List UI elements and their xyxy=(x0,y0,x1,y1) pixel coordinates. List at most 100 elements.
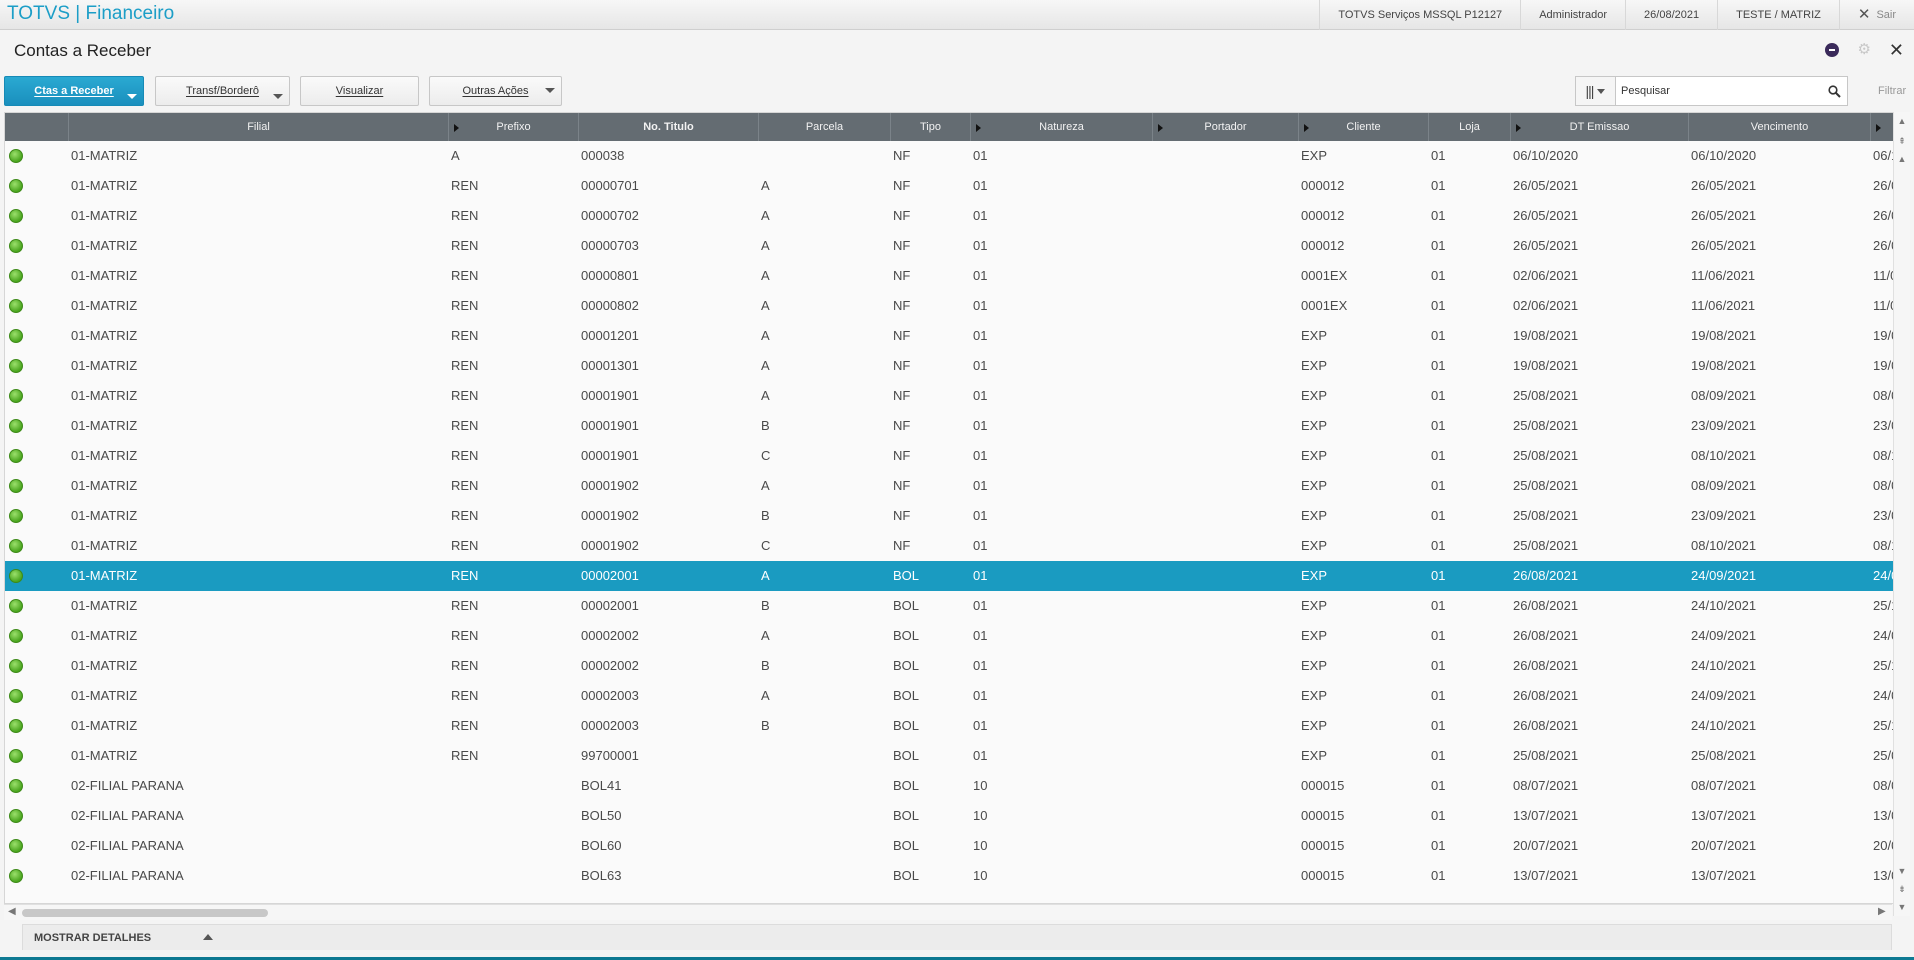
status-ok-icon[interactable] xyxy=(9,569,23,583)
cell-parcela: A xyxy=(761,178,770,193)
table-row[interactable]: 02-FILIAL PARANA BOL63 BOL 10 000015 01 13/07/… xyxy=(5,861,1893,891)
table-row[interactable]: 01-MATRIZ REN 00001902 B NF 01 EXP 01 25/08/2021… xyxy=(5,501,1893,531)
status-ok-icon[interactable] xyxy=(9,389,23,403)
cell-titulo: 00002003 xyxy=(581,718,639,733)
columns-selector-button[interactable]: ||| xyxy=(1576,77,1616,105)
scroll-up-icon[interactable]: ▲ xyxy=(1896,152,1908,166)
gear-icon[interactable]: ⚙ xyxy=(1857,42,1870,57)
column-header-more[interactable] xyxy=(1871,113,1893,141)
scroll-right-icon[interactable]: ▶ xyxy=(1878,906,1886,917)
status-ok-icon[interactable] xyxy=(9,779,23,793)
table-row[interactable]: 01-MATRIZ REN 00002003 B BOL 01 EXP 01 26/08/202… xyxy=(5,711,1893,741)
horizontal-scrollbar[interactable]: ◀ ▶ xyxy=(4,904,1892,920)
column-header-parcela[interactable]: Parcela xyxy=(759,113,891,141)
column-header-filial[interactable]: Filial xyxy=(69,113,449,141)
horizontal-scroll-thumb[interactable] xyxy=(22,909,268,917)
table-row[interactable]: 01-MATRIZ REN 00001901 B NF 01 EXP 01 25/08/2021… xyxy=(5,411,1893,441)
status-ok-icon[interactable] xyxy=(9,719,23,733)
table-row[interactable]: 01-MATRIZ REN 00000801 A NF 01 0001EX 01 02/06/2… xyxy=(5,261,1893,291)
table-row[interactable]: 01-MATRIZ REN 00001301 A NF 01 EXP 01 19/08/2021… xyxy=(5,351,1893,381)
close-icon[interactable]: ✕ xyxy=(1889,41,1904,59)
status-ok-icon[interactable] xyxy=(9,419,23,433)
cell-prefixo xyxy=(451,801,571,831)
table-row[interactable]: 01-MATRIZ REN 00002002 B BOL 01 EXP 01 26/08/202… xyxy=(5,651,1893,681)
cell-filial: 01-MATRIZ xyxy=(71,748,138,763)
scroll-left-icon[interactable]: ◀ xyxy=(8,906,16,917)
ctas-a-receber-button[interactable]: Ctas a Receber xyxy=(4,76,144,106)
scroll-page-up-icon[interactable]: ⇞ xyxy=(1896,134,1908,148)
status-ok-icon[interactable] xyxy=(9,299,23,313)
cell-titulo: 00002002 xyxy=(581,628,639,643)
show-details-bar[interactable]: MOSTRAR DETALHES xyxy=(22,924,1892,950)
column-header-vencimento[interactable]: Vencimento xyxy=(1689,113,1871,141)
column-header-dt-emissao[interactable]: DT Emissao xyxy=(1511,113,1689,141)
table-row[interactable]: 01-MATRIZ REN 00002001 B BOL 01 EXP 01 26/08/202… xyxy=(5,591,1893,621)
status-ok-icon[interactable] xyxy=(9,209,23,223)
cell-loja: 01 xyxy=(1431,628,1446,643)
status-ok-icon[interactable] xyxy=(9,239,23,253)
status-ok-icon[interactable] xyxy=(9,659,23,673)
table-row[interactable]: 01-MATRIZ REN 00002003 A BOL 01 EXP 01 26/08/202… xyxy=(5,681,1893,711)
status-ok-icon[interactable] xyxy=(9,269,23,283)
column-header-portador[interactable]: Portador xyxy=(1153,113,1299,141)
cell-cliente: 000015 xyxy=(1301,868,1345,883)
cell-natureza: 01 xyxy=(973,328,988,343)
scroll-bottom-icon[interactable]: ▼ xyxy=(1896,900,1908,914)
visualizar-button[interactable]: Visualizar xyxy=(300,76,419,106)
status-ok-icon[interactable] xyxy=(9,479,23,493)
table-row[interactable]: 01-MATRIZ REN 00001201 A NF 01 EXP 01 19/08/2021… xyxy=(5,321,1893,351)
status-ok-icon[interactable] xyxy=(9,869,23,883)
table-row[interactable]: 01-MATRIZ REN 00001902 A NF 01 EXP 01 25/08/2021… xyxy=(5,471,1893,501)
table-row[interactable]: 02-FILIAL PARANA BOL60 BOL 10 000015 01 20/07/… xyxy=(5,831,1893,861)
table-row[interactable]: 01-MATRIZ A 000038 NF 01 EXP 01 06/10/2020 06/10… xyxy=(5,141,1893,171)
status-ok-icon[interactable] xyxy=(9,839,23,853)
search-input[interactable] xyxy=(1616,78,1821,104)
column-header-tipo[interactable]: Tipo xyxy=(891,113,971,141)
search-button[interactable] xyxy=(1821,84,1847,98)
table-row[interactable]: 02-FILIAL PARANA BOL41 BOL 10 000015 01 08/07/… xyxy=(5,771,1893,801)
branch-label[interactable]: TESTE / MATRIZ xyxy=(1717,0,1839,30)
column-header-legend[interactable] xyxy=(5,113,69,141)
exit-button[interactable]: ✕ Sair xyxy=(1838,0,1914,30)
column-header-natureza[interactable]: Natureza xyxy=(971,113,1153,141)
status-ok-icon[interactable] xyxy=(9,599,23,613)
table-row[interactable]: 01-MATRIZ REN 00002002 A BOL 01 EXP 01 26/08/202… xyxy=(5,621,1893,651)
cell-emissao: 26/08/2021 xyxy=(1513,718,1579,733)
status-ok-icon[interactable] xyxy=(9,749,23,763)
column-header-cliente[interactable]: Cliente xyxy=(1299,113,1429,141)
table-row[interactable]: 01-MATRIZ REN 00002001 A BOL 01 EXP 01 26/08/202… xyxy=(5,561,1893,591)
status-ok-icon[interactable] xyxy=(9,329,23,343)
table-row[interactable]: 01-MATRIZ REN 00001901 A NF 01 EXP 01 25/08/2021… xyxy=(5,381,1893,411)
scroll-down-icon[interactable]: ▼ xyxy=(1896,864,1908,878)
table-row[interactable]: 02-FILIAL PARANA BOL50 BOL 10 000015 01 13/07/… xyxy=(5,801,1893,831)
table-row[interactable]: 01-MATRIZ REN 00000702 A NF 01 000012 01 26/05/2… xyxy=(5,201,1893,231)
cell-natureza: 01 xyxy=(973,628,988,643)
status-ok-icon[interactable] xyxy=(9,149,23,163)
column-header-prefixo[interactable]: Prefixo xyxy=(449,113,579,141)
scroll-top-icon[interactable]: ▲ xyxy=(1896,114,1908,128)
status-ok-icon[interactable] xyxy=(9,359,23,373)
column-header-no-titulo[interactable]: No. Titulo xyxy=(579,113,759,141)
table-row[interactable]: 01-MATRIZ REN 00001902 C NF 01 EXP 01 25/08/2021… xyxy=(5,531,1893,561)
cell-parcela: A xyxy=(761,688,770,703)
status-ok-icon[interactable] xyxy=(9,449,23,463)
table-row[interactable]: 01-MATRIZ REN 00001901 C NF 01 EXP 01 25/08/2021… xyxy=(5,441,1893,471)
status-ok-icon[interactable] xyxy=(9,509,23,523)
status-ok-icon[interactable] xyxy=(9,689,23,703)
table-row[interactable]: 01-MATRIZ REN 99700001 BOL 01 EXP 01 25/08/2021… xyxy=(5,741,1893,771)
status-ok-icon[interactable] xyxy=(9,629,23,643)
transf-bordero-button[interactable]: Transf/Borderô xyxy=(155,76,290,106)
cell-titulo: 00002001 xyxy=(581,598,639,613)
table-row[interactable]: 01-MATRIZ REN 00000802 A NF 01 0001EX 01 02/06/2… xyxy=(5,291,1893,321)
status-ok-icon[interactable] xyxy=(9,179,23,193)
outras-acoes-button[interactable]: Outras Ações xyxy=(429,76,562,106)
status-ok-icon[interactable] xyxy=(9,539,23,553)
status-ok-icon[interactable] xyxy=(9,809,23,823)
table-row[interactable]: 01-MATRIZ REN 00000703 A NF 01 000012 01 26/05/2… xyxy=(5,231,1893,261)
scroll-page-down-icon[interactable]: ⇟ xyxy=(1896,882,1908,896)
table-row[interactable]: 01-MATRIZ REN 00000701 A NF 01 000012 01 26/05/2… xyxy=(5,171,1893,201)
filter-button[interactable]: Filtrar xyxy=(1878,85,1906,97)
totvs-assistant-icon[interactable] xyxy=(1825,43,1840,57)
vertical-scrollbar[interactable]: ▲ ⇞ ▲ ▼ ⇟ ▼ xyxy=(1893,112,1910,916)
column-header-loja[interactable]: Loja xyxy=(1429,113,1511,141)
